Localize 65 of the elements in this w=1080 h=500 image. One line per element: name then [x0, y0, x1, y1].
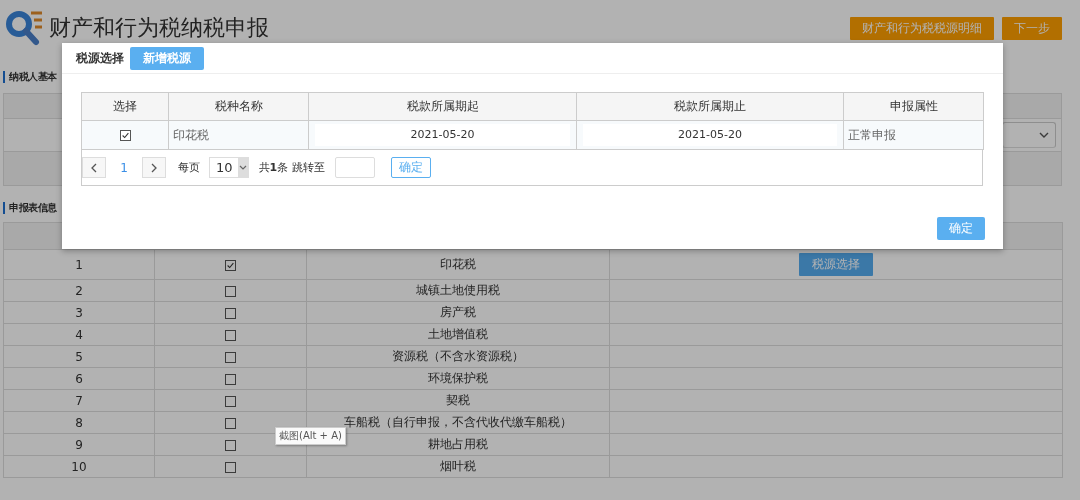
go-button[interactable]: 确定 [390, 157, 431, 178]
column-header: 税种名称 [214, 99, 263, 113]
row-number: 10 [71, 459, 87, 474]
row-number: 8 [75, 415, 83, 430]
page-size-select[interactable]: 10 [209, 157, 249, 178]
declaration-type: 正常申报 [848, 127, 896, 142]
search-icon [5, 9, 43, 47]
checkbox[interactable] [225, 461, 236, 473]
row-number: 6 [75, 371, 83, 386]
chevron-down-icon [238, 165, 247, 170]
tax-name: 印花税 [173, 127, 209, 142]
checkbox[interactable] [225, 395, 236, 407]
row-number: 1 [75, 257, 83, 272]
tax-name: 烟叶税 [440, 459, 476, 473]
tax-name: 车船税（自行申报，不含代收代缴车船税） [344, 415, 572, 429]
column-header: 税款所属期起 [406, 99, 479, 113]
chevron-right-icon [151, 162, 157, 173]
check-icon [226, 260, 235, 270]
row-number: 9 [75, 437, 83, 452]
action-button[interactable]: 下一步 [1002, 16, 1062, 40]
tax-name: 契税 [446, 393, 470, 407]
tax-name: 城镇土地使用税 [416, 283, 500, 297]
checkbox[interactable] [225, 351, 236, 363]
row-number: 7 [75, 393, 83, 408]
checked-checkbox[interactable] [119, 130, 131, 141]
tax-name: 耕地占用税 [428, 437, 488, 451]
total-count: 共1条 跳转至 [258, 160, 325, 175]
select-field[interactable] [1002, 122, 1056, 148]
row-number: 4 [75, 327, 83, 342]
row-number: 5 [75, 349, 83, 364]
checkbox[interactable] [225, 417, 236, 429]
tax-name: 土地增值税 [428, 327, 488, 341]
row-number: 3 [75, 305, 83, 320]
source-select-button[interactable]: 税源选择 [799, 253, 873, 276]
tooltip: 截图(Alt + A) [275, 427, 346, 445]
column-header: 税款所属期止 [674, 99, 746, 113]
page-size-value: 10 [216, 160, 233, 175]
confirm-button[interactable]: 确定 [937, 217, 985, 240]
row-number: 2 [75, 283, 83, 298]
column-header: 选择 [113, 99, 137, 113]
checked-checkbox[interactable] [225, 259, 236, 271]
page-title: 财产和行为税纳税申报 [49, 14, 269, 42]
check-icon [120, 131, 130, 140]
checkbox[interactable] [225, 285, 236, 297]
page-jump-field[interactable] [334, 157, 375, 178]
dialog-title: 税源选择 [76, 49, 124, 67]
checkbox[interactable] [225, 307, 236, 319]
tax-name: 印花税 [440, 257, 476, 271]
column-header: 申报属性 [889, 99, 938, 113]
chevron-down-icon [1039, 132, 1049, 138]
page-number[interactable]: 1 [106, 160, 142, 175]
tax-name: 房产税 [440, 305, 476, 319]
checkbox[interactable] [225, 329, 236, 341]
section-title: 纳税人基本 [9, 70, 57, 84]
checkbox[interactable] [225, 439, 236, 451]
date-field[interactable]: 2021-05-20 [583, 124, 837, 146]
add-source-button[interactable]: 新增税源 [130, 46, 204, 70]
per-page-label: 每页 [178, 160, 200, 175]
checkbox[interactable] [225, 373, 236, 385]
date-field[interactable]: 2021-05-20 [315, 124, 570, 146]
tax-name: 环境保护税 [428, 371, 488, 385]
section-title: 申报表信息 [9, 201, 57, 215]
tax-name: 资源税（不含水资源税） [392, 349, 524, 363]
chevron-left-icon [91, 162, 97, 173]
action-button[interactable]: 财产和行为税税源明细 [850, 16, 994, 40]
